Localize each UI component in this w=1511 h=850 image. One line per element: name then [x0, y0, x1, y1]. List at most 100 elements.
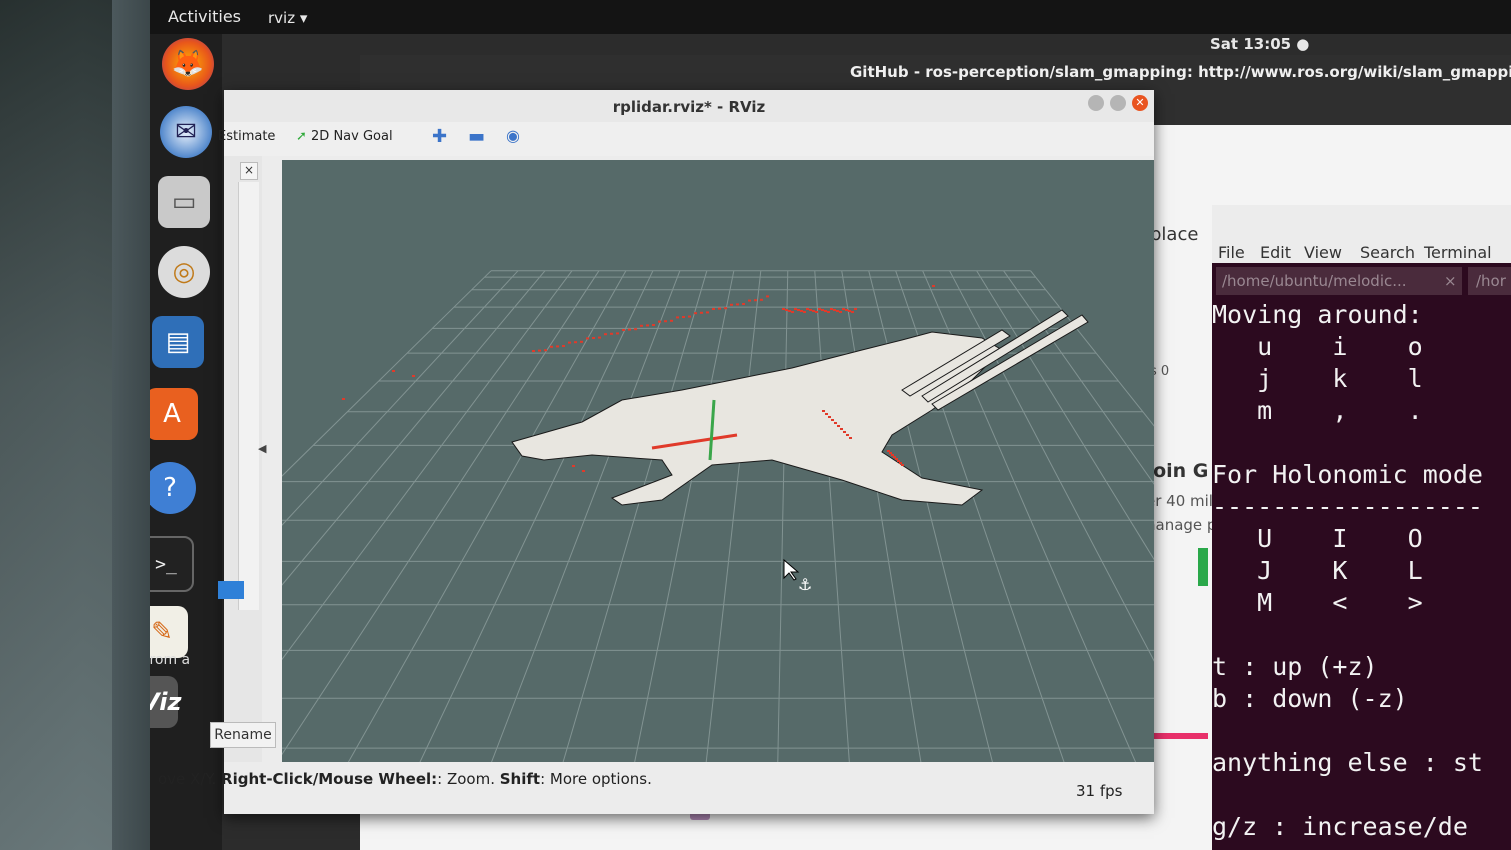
menu-search[interactable]: Search: [1360, 243, 1415, 262]
browser-manage-text: nanage p: [1146, 516, 1217, 534]
software-icon[interactable]: A: [150, 388, 198, 440]
red-point: [887, 450, 890, 452]
fps-counter: 31 fps: [1076, 782, 1123, 800]
status-prefix: ove X/Y.: [158, 770, 222, 788]
menu-terminal[interactable]: Terminal: [1424, 243, 1492, 262]
grid-line: [484, 270, 681, 780]
red-point: [849, 437, 852, 439]
red-point: [794, 308, 797, 310]
red-point: [556, 345, 559, 348]
terminal-tab-2[interactable]: /hor: [1468, 267, 1511, 295]
terminal-tab[interactable]: /home/ubuntu/melodic... ×: [1216, 267, 1462, 295]
app-menu[interactable]: rviz ▾: [268, 9, 307, 27]
remove-tool-icon[interactable]: ▬: [468, 126, 485, 147]
thunderbird-icon[interactable]: ✉: [160, 106, 212, 158]
terminal-line: j k l: [1212, 364, 1423, 393]
maximize-icon[interactable]: [1110, 95, 1126, 111]
grid-line: [410, 270, 654, 780]
rviz-icon[interactable]: RViz: [150, 676, 181, 728]
minimize-icon[interactable]: [1088, 95, 1104, 111]
pane-label: ane from a: [150, 652, 191, 668]
red-point: [854, 308, 857, 310]
rename-button[interactable]: Rename: [210, 722, 276, 748]
browser-title: GitHub - ros-perception/slam_gmapping: h…: [850, 63, 1511, 81]
red-point: [812, 310, 815, 312]
files-icon[interactable]: ▭: [158, 176, 210, 228]
close-icon[interactable]: ✕: [1132, 95, 1148, 111]
close-icon[interactable]: ×: [1444, 272, 1457, 290]
writer-icon[interactable]: ▤: [152, 316, 204, 368]
red-point: [895, 458, 898, 460]
terminal-line: ------------------: [1212, 492, 1483, 521]
grid-line: [814, 270, 852, 780]
red-point: [851, 311, 854, 313]
red-point: [682, 316, 685, 318]
red-point: [572, 465, 575, 467]
red-point: [846, 434, 849, 436]
status-rc: Right-Click/Mouse Wheel:: [221, 770, 438, 788]
nav-goal-tool[interactable]: ➚ 2D Nav Goal: [296, 129, 393, 144]
red-point: [837, 425, 840, 427]
red-point: [831, 419, 834, 421]
menu-edit[interactable]: Edit: [1260, 243, 1291, 262]
rhythmbox-icon[interactable]: ◎: [158, 246, 210, 298]
red-point: [342, 398, 345, 400]
red-point: [538, 349, 541, 352]
red-point: [730, 303, 733, 306]
red-point: [766, 295, 769, 298]
grid-line: [630, 270, 735, 780]
eye-icon[interactable]: ◉: [506, 126, 520, 145]
terminal-icon[interactable]: >_: [150, 536, 194, 592]
pose-estimate-tool[interactable]: Estimate: [218, 129, 275, 144]
red-point: [532, 350, 535, 352]
firefox-icon[interactable]: 🦊: [162, 38, 214, 90]
status-hint: ove X/Y. Right-Click/Mouse Wheel:: Zoom.…: [158, 770, 652, 788]
grid-line: [703, 270, 762, 780]
rviz-3d-view[interactable]: ⚓: [282, 160, 1154, 780]
red-point: [843, 431, 846, 433]
red-point: [562, 345, 565, 347]
rviz-titlebar[interactable]: rplidar.rviz* - RViz ✕: [224, 90, 1154, 122]
menu-view[interactable]: View: [1304, 243, 1342, 262]
red-point: [658, 320, 661, 323]
red-point: [748, 299, 751, 302]
activities-button[interactable]: Activities: [168, 7, 241, 26]
red-point: [646, 324, 649, 327]
menu-file[interactable]: File: [1218, 243, 1245, 262]
terminal-window[interactable]: File Edit View Search Terminal /home/ubu…: [1212, 205, 1511, 850]
red-point: [818, 308, 821, 310]
red-point: [836, 310, 839, 312]
nav-goal-label: 2D Nav Goal: [311, 129, 393, 144]
red-point: [842, 308, 845, 310]
grid-line: [557, 270, 708, 780]
laser-scan: [511, 309, 1089, 506]
scan-view: ⚓: [282, 270, 1154, 780]
text-editor-icon[interactable]: ✎: [150, 606, 188, 658]
arrow-icon: ➚: [296, 129, 312, 144]
status-bar: ove X/Y. Right-Click/Mouse Wheel:: Zoom.…: [158, 762, 1154, 814]
rviz-window: rplidar.rviz* - RViz ✕ Estimate ➚ 2D Nav…: [158, 90, 1154, 814]
red-point: [640, 324, 643, 327]
grid-line: [1003, 270, 1154, 485]
red-point: [634, 328, 637, 331]
red-point: [586, 337, 589, 340]
collapse-arrow-icon[interactable]: ◀: [258, 442, 266, 455]
selected-item[interactable]: [218, 581, 244, 599]
red-point: [840, 428, 843, 430]
terminal-output: Moving around: u i o j k l m , . For Hol…: [1212, 299, 1511, 843]
red-point: [700, 311, 703, 314]
window-title: rplidar.rviz* - RViz: [612, 98, 766, 116]
clock[interactable]: Sat 13:05 ●: [1210, 35, 1309, 53]
browser-join-heading[interactable]: Join G: [1146, 460, 1208, 482]
monitor-edge: [0, 0, 112, 850]
close-icon[interactable]: ×: [240, 162, 258, 180]
red-point: [800, 310, 803, 312]
panel-scrollbar[interactable]: [238, 182, 259, 610]
red-point: [574, 341, 577, 344]
browser-green-button[interactable]: [1198, 548, 1208, 586]
red-point: [833, 309, 836, 311]
add-tool-icon[interactable]: ✚: [432, 126, 447, 147]
red-point: [604, 333, 607, 336]
